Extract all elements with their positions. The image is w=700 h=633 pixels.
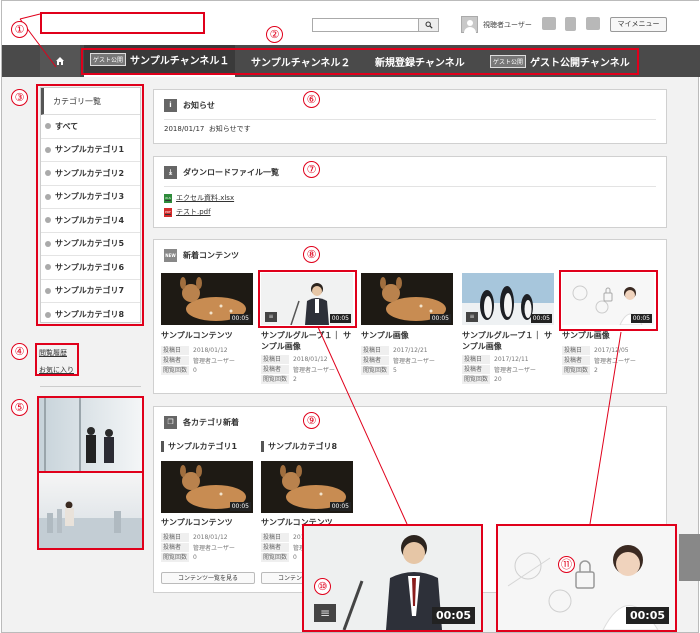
callout-7: ⑦: [303, 161, 320, 178]
callout-8: ⑧: [303, 246, 320, 263]
callout-4: ④: [11, 343, 28, 360]
callout-1: ①: [11, 21, 28, 38]
callout-11: ⑪: [558, 556, 575, 573]
portal-page: 視聴者ユーザー マイメニュー ゲスト公開 サンプルチャンネル１ サンプルチャンネ…: [1, 0, 700, 633]
duration-badge: 00:05: [431, 607, 475, 624]
zoom-presenter-thumbnail: ≡ 00:05: [302, 524, 483, 632]
callout-10: ⑩: [314, 578, 331, 595]
callout-2: ②: [266, 26, 283, 43]
callout-5: ⑤: [11, 399, 28, 416]
zoom-security-thumbnail: 00:05: [496, 524, 677, 632]
playlist-icon: ≡: [314, 604, 336, 622]
callout-3: ③: [11, 89, 28, 106]
duration-badge: 00:05: [625, 607, 669, 624]
callout-9: ⑨: [303, 412, 320, 429]
callout-6: ⑥: [303, 91, 320, 108]
